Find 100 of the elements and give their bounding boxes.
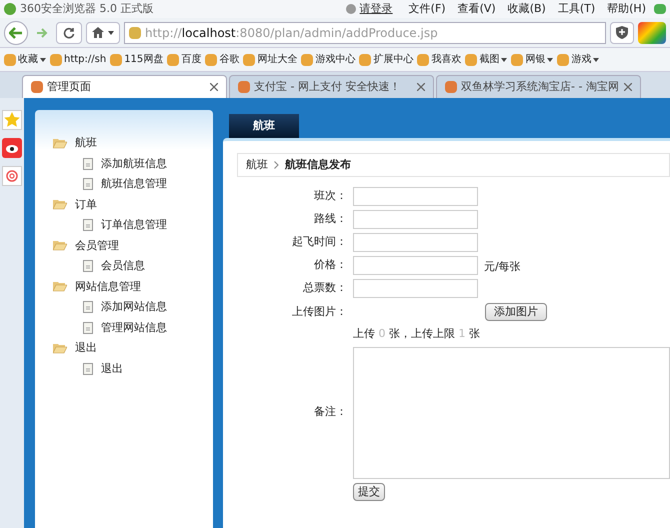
- text-input[interactable]: [353, 233, 478, 252]
- menu-item[interactable]: 文件(F): [404, 0, 450, 18]
- bookmark-icon: [50, 54, 62, 66]
- menu-link[interactable]: 添加航班信息: [101, 156, 167, 172]
- field-label: 价格：: [313, 257, 347, 274]
- field-label: 上传图片：: [291, 304, 347, 320]
- shield-icon: [616, 26, 628, 39]
- tab-icon: [238, 81, 250, 93]
- bookmark-item[interactable]: 收藏: [18, 52, 38, 67]
- folder-icon: [53, 342, 67, 354]
- bookmark-icon: [4, 54, 16, 66]
- field-label: 总票数：: [302, 280, 347, 296]
- browser-tab[interactable]: 支付宝 - 网上支付 安全快速！: [229, 75, 434, 98]
- home-button[interactable]: [86, 22, 120, 44]
- refresh-icon: [63, 26, 75, 38]
- add-image-button[interactable]: 添加图片: [485, 303, 547, 321]
- browser-logo-icon: [4, 3, 16, 15]
- bookmark-item[interactable]: 谷歌: [219, 52, 240, 67]
- bookmark-item[interactable]: 游戏: [571, 52, 592, 67]
- close-icon[interactable]: [624, 83, 632, 91]
- bookmark-item[interactable]: 扩展中心: [373, 52, 414, 67]
- text-input[interactable]: [353, 256, 478, 275]
- bookmark-icon: [557, 54, 570, 66]
- menu-link[interactable]: 添加网站信息: [101, 299, 167, 316]
- menu-group-label[interactable]: 网站信息管理: [75, 278, 141, 295]
- document-icon: [83, 178, 93, 190]
- bookmark-icon: [301, 54, 314, 66]
- bookmark-icon: [243, 54, 256, 66]
- breadcrumb-link[interactable]: 航班: [246, 156, 268, 174]
- section-tab[interactable]: 航班: [229, 114, 299, 138]
- tab-icon: [445, 81, 457, 93]
- bookmark-icon: [167, 54, 180, 66]
- text-input[interactable]: [353, 279, 478, 298]
- bookmark-icon: [511, 54, 524, 66]
- menu-group-label[interactable]: 航班: [75, 135, 97, 152]
- bookmark-item[interactable]: 截图: [479, 52, 500, 67]
- close-icon[interactable]: [210, 83, 218, 91]
- menu-group-label[interactable]: 退出: [75, 340, 97, 356]
- document-icon: [83, 322, 93, 334]
- menu-link[interactable]: 会员信息: [101, 258, 145, 274]
- menu-item[interactable]: 帮助(H): [603, 0, 650, 18]
- breadcrumb-current: 航班信息发布: [285, 156, 351, 173]
- document-icon: [83, 362, 93, 375]
- bookmark-icon: [205, 54, 218, 66]
- caret-icon: [108, 30, 114, 34]
- folder-icon: [53, 138, 67, 149]
- folder-icon: [53, 199, 67, 210]
- bookmark-item[interactable]: 网银: [525, 52, 546, 67]
- folder-icon: [53, 240, 67, 252]
- folder-icon: [53, 281, 67, 292]
- bookmark-item[interactable]: 115网盘: [124, 52, 164, 67]
- bookmark-item[interactable]: 游戏中心: [315, 52, 356, 67]
- bookmark-item[interactable]: http://sh: [64, 52, 106, 67]
- site-icon: [129, 26, 141, 38]
- bookmark-item[interactable]: 网址大全: [257, 52, 298, 67]
- browser-tab[interactable]: 双鱼林学习系统淘宝店- - 淘宝网: [436, 75, 641, 98]
- browser-tab[interactable]: 管理页面: [22, 75, 227, 98]
- menu-item[interactable]: 工具(T): [554, 0, 600, 18]
- menu-link[interactable]: 订单信息管理: [101, 217, 167, 234]
- refresh-button[interactable]: [56, 22, 82, 44]
- text-input[interactable]: [353, 210, 478, 229]
- document-icon: [83, 219, 93, 232]
- field-label: 路线：: [313, 211, 347, 228]
- window-title: 360安全浏览器 5.0 正式版: [20, 0, 154, 17]
- document-icon: [83, 301, 93, 314]
- field-label: 班次：: [313, 188, 347, 204]
- document-icon: [83, 260, 93, 272]
- extension-icon[interactable]: [638, 22, 666, 44]
- menu-item[interactable]: 收藏(B): [504, 0, 550, 18]
- menu-item[interactable]: 查看(V): [454, 0, 500, 18]
- submit-button[interactable]: 提交: [353, 482, 385, 500]
- login-link[interactable]: 请登录: [360, 0, 393, 18]
- home-icon: [92, 27, 104, 38]
- bookmark-item[interactable]: 我喜欢: [431, 52, 462, 67]
- back-button[interactable]: [4, 20, 28, 44]
- menu-link[interactable]: 管理网站信息: [101, 320, 167, 336]
- tab-icon: [31, 81, 43, 93]
- bookmark-icon: [417, 54, 430, 66]
- menu-link[interactable]: 航班信息管理: [101, 176, 167, 192]
- menu-group-label[interactable]: 订单: [75, 196, 97, 213]
- menu-group-label[interactable]: 会员管理: [75, 238, 119, 254]
- bookmark-icon: [359, 54, 372, 66]
- user-icon: [346, 4, 356, 14]
- star-icon[interactable]: [2, 110, 22, 130]
- eye-icon[interactable]: [2, 138, 22, 158]
- bookmark-icon: [110, 54, 122, 66]
- upload-status: 上传 0 张，上传上限 1 张: [353, 326, 480, 342]
- close-icon[interactable]: [417, 83, 425, 91]
- bookmark-icon: [465, 54, 478, 66]
- document-icon: [83, 158, 93, 170]
- text-input[interactable]: [353, 187, 478, 206]
- chevron-icon: [274, 161, 279, 169]
- address-field[interactable]: http://localhost:8080/plan/admin/addProduce.jsp: [124, 22, 606, 44]
- back-arrow-icon: [9, 26, 23, 38]
- shield-button[interactable]: [610, 22, 634, 44]
- field-label: 备注：: [313, 404, 347, 420]
- forward-arrow-icon: [36, 28, 48, 38]
- bookmark-item[interactable]: 百度: [181, 52, 202, 67]
- field-label: 起飞时间：: [291, 234, 347, 250]
- menu-link[interactable]: 退出: [101, 360, 123, 377]
